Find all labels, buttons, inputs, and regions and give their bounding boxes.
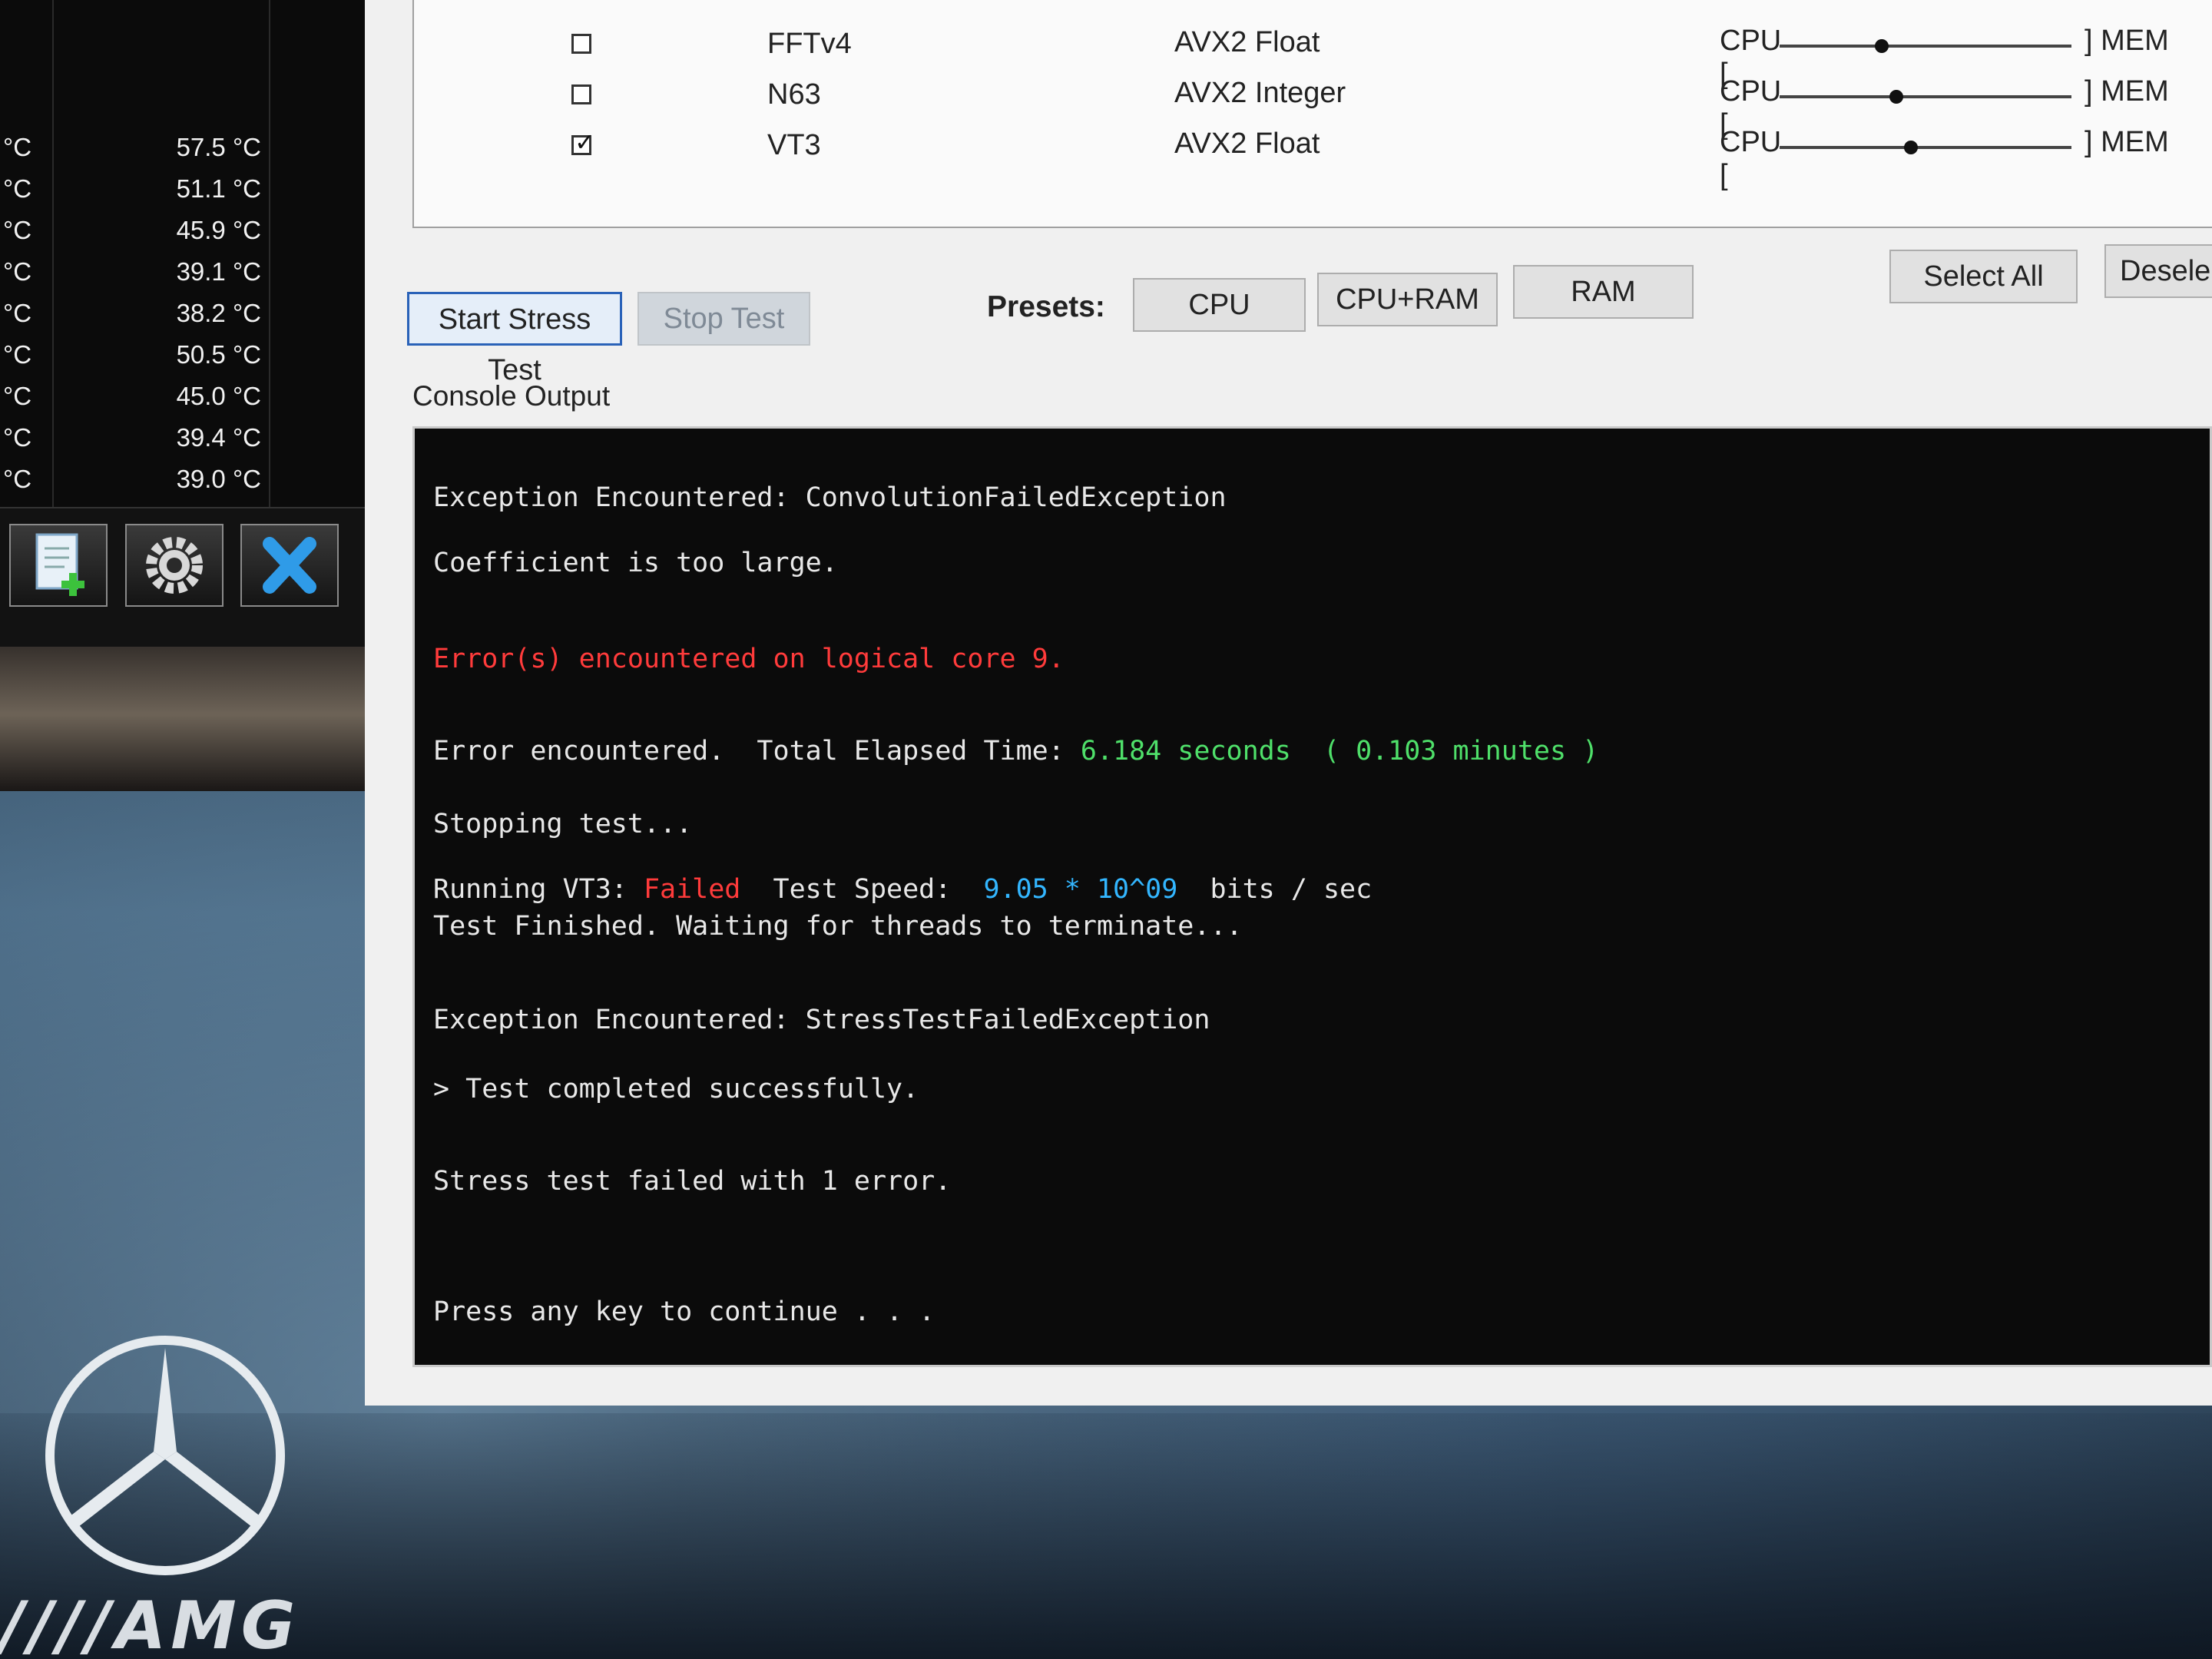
- amg-wordmark: AMG: [114, 1588, 300, 1659]
- sensor-row: °C 57.5 °C: [0, 127, 373, 168]
- preset-cpu-ram-button[interactable]: CPU+RAM: [1317, 273, 1498, 326]
- deselect-all-button[interactable]: Desele: [2104, 244, 2212, 298]
- slider-knob[interactable]: [1875, 39, 1889, 53]
- close-button[interactable]: [240, 524, 339, 607]
- sensor-value: 39.4 °C: [176, 423, 261, 452]
- presets-label: Presets:: [987, 290, 1105, 323]
- start-stress-test-button[interactable]: Start Stress Test: [407, 292, 622, 386]
- elapsed-time: 6.184 seconds ( 0.103 minutes ): [1080, 736, 1599, 767]
- slider-knob[interactable]: [1904, 141, 1918, 154]
- console-line: Press any key to continue . . .: [433, 1296, 935, 1327]
- console-text: Running VT3:: [433, 874, 644, 905]
- settings-gear-icon: [146, 537, 203, 594]
- sensor-panel: °C 57.5 °C °C 51.1 °C °C 45.9 °C °C 39.1…: [0, 0, 374, 647]
- console-line: Exception Encountered: StressTestFailedE…: [433, 1005, 1210, 1035]
- sensor-value: 39.1 °C: [176, 257, 261, 286]
- mercedes-star-logo: [45, 1336, 285, 1575]
- algorithm-type: AVX2 Integer: [1174, 77, 1346, 109]
- cpu-mem-slider[interactable]: [1780, 90, 2071, 104]
- algorithm-checkbox[interactable]: [571, 34, 591, 54]
- close-x-icon: [263, 537, 316, 594]
- algorithm-row-n63[interactable]: N63 AVX2 Integer CPU [ ] MEM: [414, 74, 2212, 141]
- sensor-min: °C: [3, 299, 32, 327]
- stop-test-button[interactable]: Stop Test: [637, 292, 810, 346]
- sensor-min: °C: [3, 257, 32, 286]
- algorithm-row-vt3[interactable]: ✓ VT3 AVX2 Float CPU [ ] MEM: [414, 124, 2212, 191]
- algorithm-checkbox[interactable]: ✓: [571, 130, 595, 155]
- sensor-value: 50.5 °C: [176, 340, 261, 369]
- cpu-mem-slider[interactable]: [1780, 141, 2071, 154]
- sensor-row: °C 39.0 °C: [0, 459, 373, 500]
- sensor-value: 45.0 °C: [176, 382, 261, 410]
- algorithm-type: AVX2 Float: [1174, 26, 1320, 58]
- console-line: Stress test failed with 1 error.: [433, 1166, 952, 1197]
- algorithm-checkbox[interactable]: [571, 84, 591, 104]
- screen: ////AMG °C 57.5 °C °C 51.1 °C °C 45.9 °C…: [0, 0, 2212, 1659]
- test-speed-value: 9.05 * 10^09: [983, 874, 1178, 905]
- algorithm-name: FFTv4: [767, 28, 852, 60]
- algorithm-list: FFTv4 AVX2 Float CPU [ ] MEM N63 AVX2 In…: [412, 0, 2212, 228]
- sensor-min: °C: [3, 340, 32, 369]
- cpu-label: CPU [: [1720, 126, 1782, 191]
- sensor-toolbar: [0, 507, 373, 647]
- console-text: Test Speed:: [740, 874, 984, 905]
- sensor-value: 39.0 °C: [176, 465, 261, 493]
- algorithm-name: VT3: [767, 129, 821, 161]
- preset-cpu-button[interactable]: CPU: [1133, 278, 1306, 332]
- console-line: Test Finished. Waiting for threads to te…: [433, 911, 1243, 942]
- console-error-line: Error(s) encountered on logical core 9.: [433, 644, 1065, 674]
- algorithm-type: AVX2 Float: [1174, 127, 1320, 160]
- sensor-value: 57.5 °C: [176, 133, 261, 161]
- sensor-row: °C 39.1 °C: [0, 251, 373, 293]
- console-text: bits / sec: [1177, 874, 1373, 905]
- failed-status: Failed: [643, 874, 741, 905]
- add-log-button[interactable]: [9, 524, 108, 607]
- mem-label: ] MEM: [2085, 25, 2169, 57]
- sensor-row: °C 38.2 °C: [0, 293, 373, 334]
- cpu-mem-slider[interactable]: [1780, 39, 2071, 53]
- algorithm-row-fftv4[interactable]: FFTv4 AVX2 Float CPU [ ] MEM: [414, 23, 2212, 90]
- amg-logo: ////AMG: [0, 1593, 384, 1659]
- preset-ram-button[interactable]: RAM: [1513, 265, 1694, 319]
- console-output-label: Console Output: [412, 380, 611, 412]
- console-line: Error encountered. Total Elapsed Time: 6…: [433, 736, 2184, 771]
- console-line: > Test completed successfully.: [433, 1074, 919, 1104]
- console-line: Running VT3: Failed Test Speed: 9.05 * 1…: [433, 874, 2184, 909]
- console-text: Error encountered. Total Elapsed Time:: [433, 736, 1081, 767]
- slider-knob[interactable]: [1889, 90, 1903, 104]
- checkmark-icon: ✓: [575, 128, 595, 156]
- sensor-value: 45.9 °C: [176, 216, 261, 244]
- console-output[interactable]: Exception Encountered: ConvolutionFailed…: [412, 426, 2212, 1367]
- stress-test-window: FFTv4 AVX2 Float CPU [ ] MEM N63 AVX2 In…: [365, 0, 2212, 1406]
- mem-label: ] MEM: [2085, 126, 2169, 158]
- add-log-file-icon: [35, 533, 84, 596]
- sensor-min: °C: [3, 423, 32, 452]
- mem-label: ] MEM: [2085, 75, 2169, 108]
- sensor-min: °C: [3, 465, 32, 493]
- console-line: Exception Encountered: ConvolutionFailed…: [433, 482, 1227, 513]
- console-line: Coefficient is too large.: [433, 548, 838, 578]
- sensor-row: °C 39.4 °C: [0, 417, 373, 459]
- wallpaper-car-detail: [0, 637, 384, 791]
- console-line: Stopping test...: [433, 809, 693, 839]
- sensor-row: °C 50.5 °C: [0, 334, 373, 376]
- sensor-min: °C: [3, 133, 32, 161]
- sensor-min: °C: [3, 382, 32, 410]
- select-all-button[interactable]: Select All: [1889, 250, 2078, 303]
- sensor-min: °C: [3, 174, 32, 203]
- sensor-row: °C 45.9 °C: [0, 210, 373, 251]
- sensor-value: 38.2 °C: [176, 299, 261, 327]
- sensor-table: °C 57.5 °C °C 51.1 °C °C 45.9 °C °C 39.1…: [0, 0, 373, 507]
- sensor-value: 51.1 °C: [176, 174, 261, 203]
- sensor-row: °C 51.1 °C: [0, 168, 373, 210]
- algorithm-name: N63: [767, 78, 821, 111]
- sensor-min: °C: [3, 216, 32, 244]
- amg-stripes: ////: [0, 1588, 115, 1659]
- settings-button[interactable]: [125, 524, 224, 607]
- sensor-row: °C 45.0 °C: [0, 376, 373, 417]
